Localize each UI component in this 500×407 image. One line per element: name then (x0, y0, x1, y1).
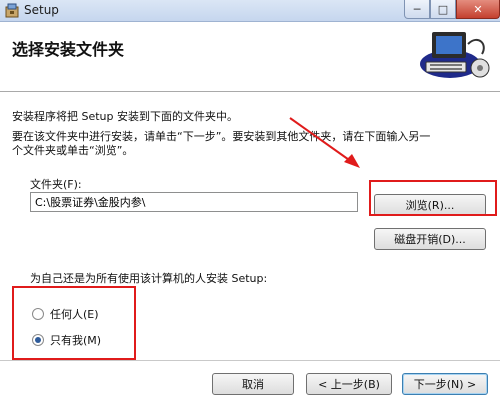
minimize-button[interactable]: ─ (404, 0, 430, 19)
back-button[interactable]: < 上一步(B) (306, 373, 392, 395)
folder-path-input[interactable] (30, 192, 358, 212)
bottom-divider (0, 360, 500, 361)
close-button[interactable]: ✕ (456, 0, 500, 19)
page-title: 选择安装文件夹 (12, 40, 125, 59)
window-title: Setup (24, 3, 59, 17)
computer-installer-icon (420, 32, 490, 78)
cancel-button[interactable]: 取消 (212, 373, 294, 395)
radio-highlight-box (12, 286, 136, 360)
install-for-label: 为自己还是为所有使用该计算机的人安装 Setup: (30, 272, 268, 285)
red-arrow-annotation (289, 117, 360, 168)
title-bar: Setup ─ □ ✕ (0, 0, 500, 22)
intro-text: 安装程序将把 Setup 安装到下面的文件夹中。 (12, 110, 239, 123)
folder-label: 文件夹(F): (30, 178, 82, 191)
maximize-button[interactable]: □ (430, 0, 456, 19)
next-button[interactable]: 下一步(N) > (402, 373, 488, 395)
disk-cost-button[interactable]: 磁盘开销(D)... (374, 228, 486, 250)
browse-highlight-box (369, 180, 497, 216)
header: 选择安装文件夹 (0, 22, 500, 92)
instruction-text-line2: 个文件夹或单击“浏览”。 (12, 144, 134, 157)
installer-icon (5, 3, 19, 18)
